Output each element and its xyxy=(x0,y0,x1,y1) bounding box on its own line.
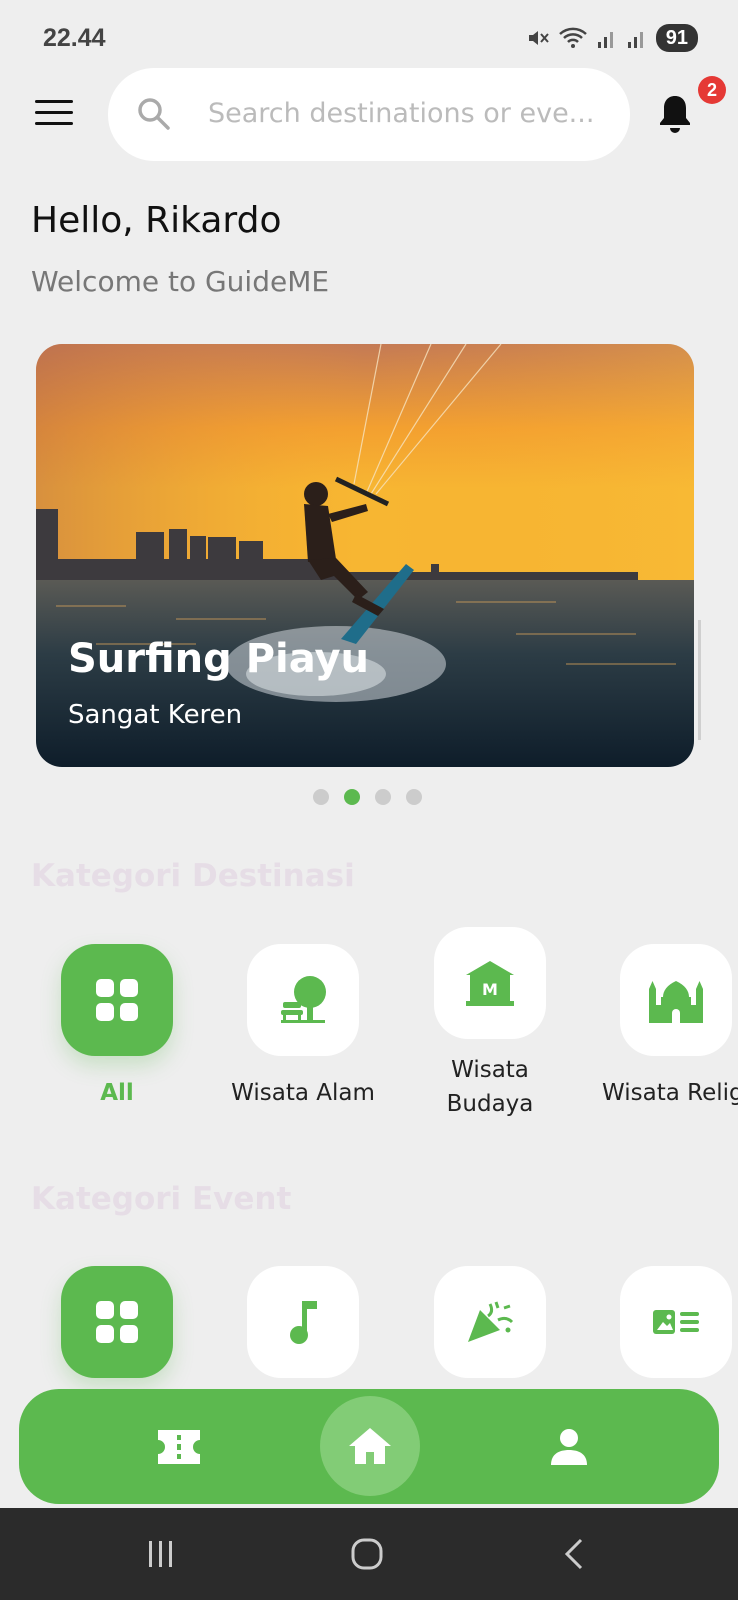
back-icon[interactable] xyxy=(562,1537,586,1571)
carousel-indicator xyxy=(313,789,422,805)
party-popper-icon xyxy=(468,1301,514,1342)
category-wisata-alam[interactable]: Wisata Alam xyxy=(231,944,375,1110)
status-bar: 22.44 91 xyxy=(0,0,738,76)
category-wisata-religi[interactable]: Wisata Religi xyxy=(602,944,738,1110)
category-label: Wisata Budaya xyxy=(446,1057,534,1117)
recent-apps-icon[interactable] xyxy=(146,1539,176,1569)
nav-profile[interactable] xyxy=(509,1389,629,1504)
category-label: Wisata Alam xyxy=(231,1080,375,1106)
museum-icon: M xyxy=(466,961,514,1006)
bell-icon[interactable] xyxy=(656,92,694,136)
status-time: 22.44 xyxy=(43,24,106,52)
mute-icon xyxy=(528,31,549,45)
next-slide-peek xyxy=(698,620,701,740)
event-category-all[interactable] xyxy=(61,1266,173,1378)
svg-text:M: M xyxy=(482,980,498,999)
nav-home[interactable] xyxy=(320,1396,420,1496)
greeting-subtitle: Welcome to GuideME xyxy=(31,265,330,298)
grid-icon xyxy=(96,1301,138,1343)
header: Search destinations or eve... xyxy=(0,68,738,162)
banner-title: Surfing Piayu xyxy=(68,636,370,682)
battery-indicator: 91 xyxy=(655,24,698,52)
menu-button[interactable] xyxy=(35,100,73,128)
signal-icon-1 xyxy=(597,32,613,48)
destination-category-title: Kategori Destinasi xyxy=(31,858,355,894)
carousel-dot[interactable] xyxy=(375,789,391,805)
id-card-icon xyxy=(653,1310,699,1334)
menu-icon xyxy=(35,100,73,103)
search-bar[interactable]: Search destinations or eve... xyxy=(108,68,630,161)
search-icon xyxy=(138,98,170,130)
search-input[interactable]: Search destinations or eve... xyxy=(208,92,613,136)
event-category-music[interactable] xyxy=(247,1266,359,1378)
signal-icon-2 xyxy=(627,32,643,48)
ticket-icon xyxy=(158,1429,200,1464)
bottom-navigation xyxy=(19,1389,719,1504)
category-label: All xyxy=(100,1080,134,1106)
grid-icon xyxy=(96,979,138,1021)
category-label: Wisata Religi xyxy=(602,1080,738,1106)
greeting-title: Hello, Rikardo xyxy=(31,200,282,241)
music-note-icon xyxy=(290,1301,317,1344)
tree-bench-icon xyxy=(281,976,326,1023)
wifi-icon xyxy=(558,27,587,48)
status-icons: 91 xyxy=(526,24,698,52)
person-icon xyxy=(551,1428,587,1465)
notification-badge: 2 xyxy=(698,76,726,104)
system-navigation-bar xyxy=(0,1508,738,1600)
event-category-card[interactable] xyxy=(620,1266,732,1378)
banner-subtitle: Sangat Keren xyxy=(68,700,243,730)
category-all[interactable]: All xyxy=(61,944,173,1110)
home-system-icon[interactable] xyxy=(350,1537,384,1571)
category-wisata-budaya[interactable]: M Wisata Budaya xyxy=(434,927,546,1121)
mosque-icon xyxy=(649,981,703,1023)
carousel-dot[interactable] xyxy=(313,789,329,805)
carousel-dot-active[interactable] xyxy=(344,789,360,805)
carousel-dot[interactable] xyxy=(406,789,422,805)
event-category-party[interactable] xyxy=(434,1266,546,1378)
featured-banner[interactable]: Surfing Piayu Sangat Keren xyxy=(36,344,694,767)
nav-tickets[interactable] xyxy=(119,1389,239,1504)
event-category-title: Kategori Event xyxy=(31,1181,292,1217)
home-icon xyxy=(349,1428,391,1464)
